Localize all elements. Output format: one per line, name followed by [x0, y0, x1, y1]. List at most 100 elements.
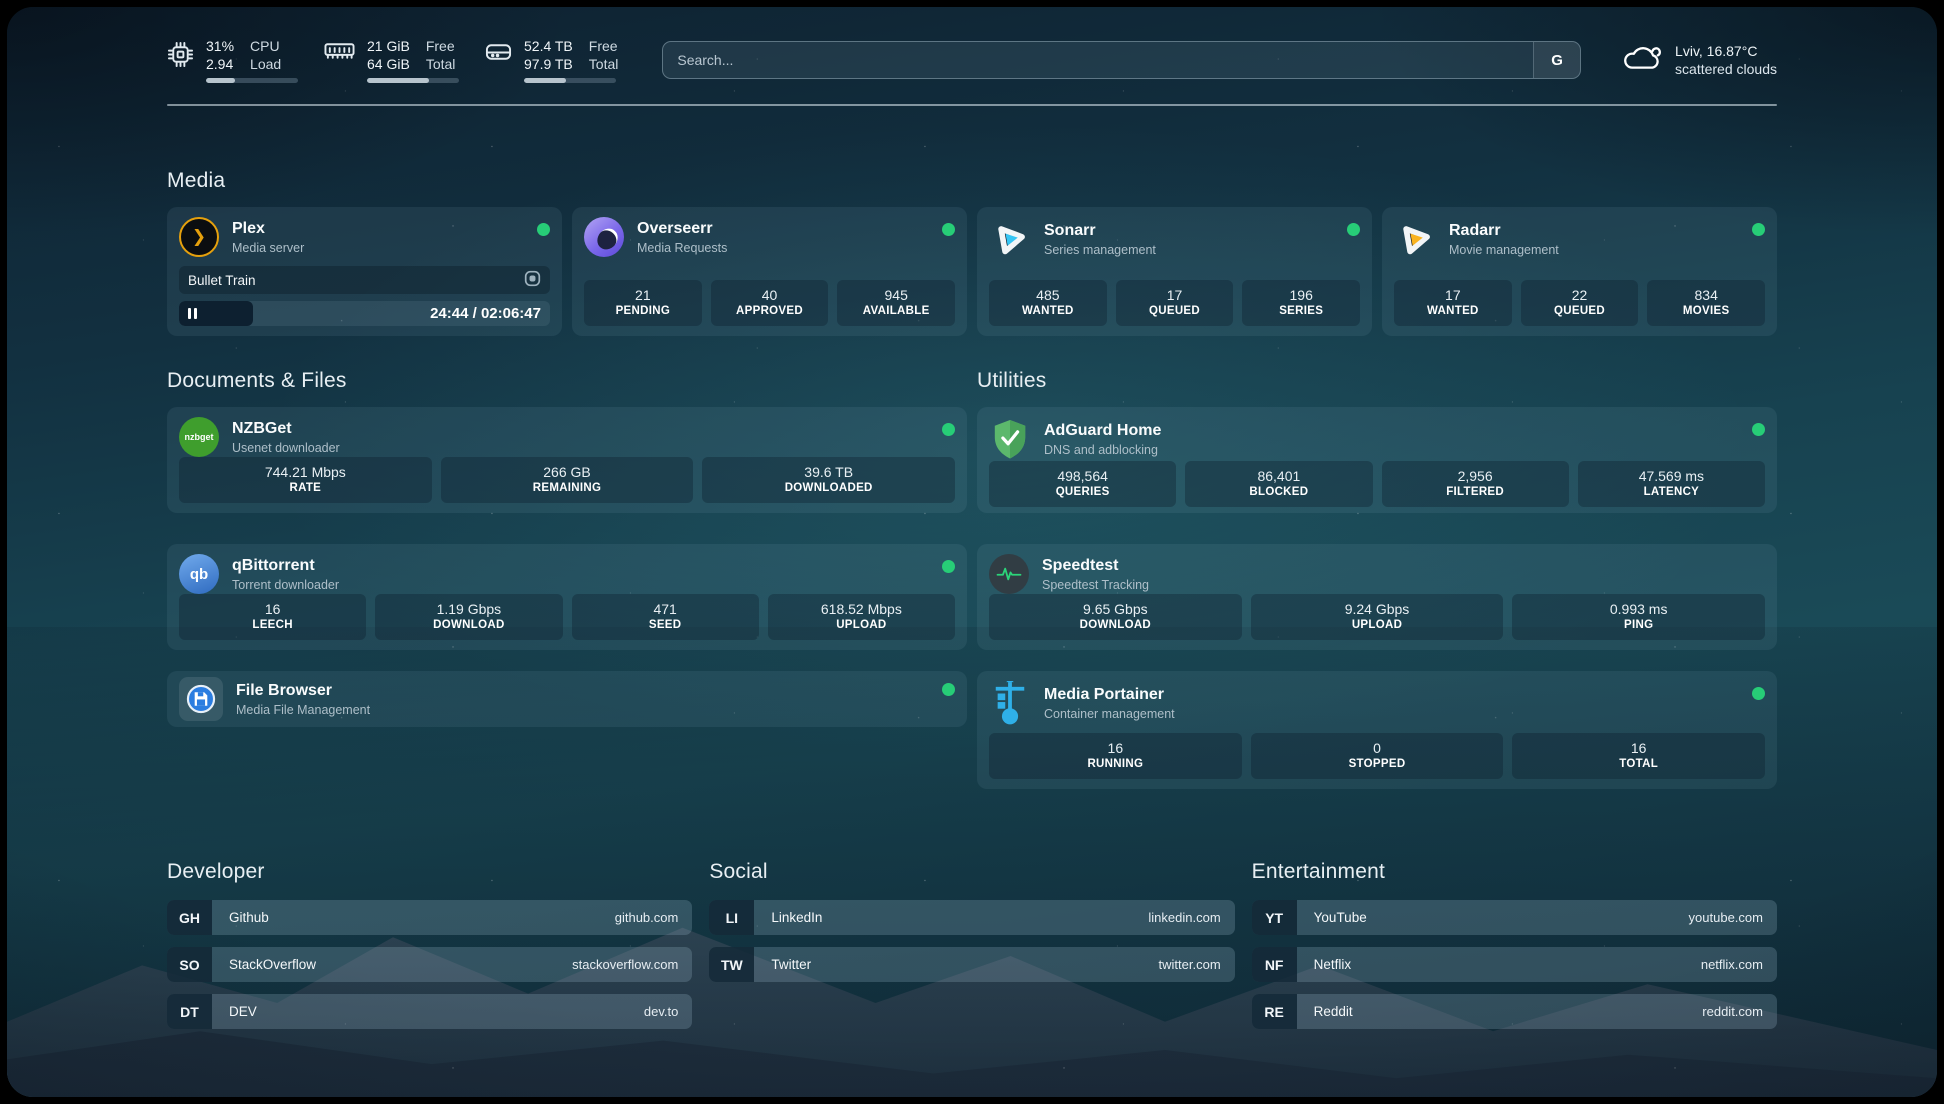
filebrowser-card[interactable]: File Browser Media File Management: [167, 671, 967, 727]
utilities-section: Utilities AdGuard Home DNS and: [977, 369, 1777, 789]
weather-summary: Lviv, 16.87°C: [1675, 42, 1777, 60]
weather-widget[interactable]: Lviv, 16.87°C scattered clouds: [1621, 42, 1777, 78]
now-playing-title: Bullet Train: [188, 273, 524, 288]
stat-download: 1.19 Gbps DOWNLOAD: [375, 594, 562, 640]
search-engine-button[interactable]: G: [1533, 42, 1580, 78]
adguard-card[interactable]: AdGuard Home DNS and adblocking 498,564 …: [977, 407, 1777, 513]
nzbget-card[interactable]: nzbget NZBGet Usenet downloader 744.21 M…: [167, 407, 967, 513]
plex-icon: ❯: [179, 217, 219, 257]
disk-label-2: Total: [589, 55, 619, 73]
app-subtitle: Series management: [1044, 242, 1334, 258]
dashboard-page: 31% 2.94 CPU Load: [0, 0, 1944, 1104]
link-name: Github: [229, 910, 615, 925]
search-input[interactable]: [663, 42, 1533, 78]
stat-running: 16 RUNNING: [989, 733, 1242, 779]
speedtest-card[interactable]: Speedtest Speedtest Tracking 9.65 Gbps D…: [977, 544, 1777, 650]
link-name: Netflix: [1314, 957, 1701, 972]
stat-queries: 498,564 QUERIES: [989, 461, 1176, 507]
pause-icon[interactable]: [188, 308, 197, 319]
stat-seed: 471 SEED: [572, 594, 759, 640]
link-twitter[interactable]: TW Twitter twitter.com: [709, 947, 1234, 982]
stat-queued: 22 QUEUED: [1521, 280, 1639, 326]
plex-now-playing: Bullet Train: [179, 266, 550, 294]
app-title: Media Portainer: [1044, 685, 1739, 705]
ram-label-1: Free: [426, 37, 456, 55]
status-dot: [942, 423, 955, 436]
link-name: Twitter: [771, 957, 1158, 972]
disk-total: 97.9 TB: [524, 55, 573, 73]
disk-progress: [524, 78, 616, 83]
nzbget-icon: nzbget: [179, 417, 219, 457]
portainer-card[interactable]: Media Portainer Container management 16 …: [977, 671, 1777, 789]
link-youtube[interactable]: YT YouTube youtube.com: [1252, 900, 1777, 935]
section-title-utilities: Utilities: [977, 369, 1777, 393]
link-abbr: NF: [1252, 947, 1297, 982]
adguard-icon: [989, 417, 1031, 461]
sonarr-card[interactable]: Sonarr Series management 485 WANTED 17 Q…: [977, 207, 1372, 336]
disk-icon: [485, 41, 512, 63]
link-abbr: GH: [167, 900, 212, 935]
overseerr-icon: [584, 217, 624, 257]
link-linkedin[interactable]: LI LinkedIn linkedin.com: [709, 900, 1234, 935]
link-github[interactable]: GH Github github.com: [167, 900, 692, 935]
link-name: Reddit: [1314, 1004, 1703, 1019]
cpu-label-1: CPU: [250, 37, 281, 55]
link-name: YouTube: [1314, 910, 1689, 925]
developer-section: Developer GH Github github.com SO StackO…: [167, 860, 692, 1041]
stat-remaining: 266 GB REMAINING: [441, 457, 694, 503]
link-stackoverflow[interactable]: SO StackOverflow stackoverflow.com: [167, 947, 692, 982]
status-dot: [1752, 423, 1765, 436]
status-dot: [1347, 223, 1360, 236]
stat-rate: 744.21 Mbps RATE: [179, 457, 432, 503]
stat-queued: 17 QUEUED: [1116, 280, 1234, 326]
media-section: Media ❯ Plex Media server Bullet Train: [167, 169, 1777, 336]
radarr-card[interactable]: Radarr Movie management 17 WANTED 22 QUE…: [1382, 207, 1777, 336]
stat-leech: 16 LEECH: [179, 594, 366, 640]
app-title: File Browser: [236, 681, 929, 701]
link-url: reddit.com: [1702, 1004, 1763, 1019]
status-dot: [1752, 687, 1765, 700]
status-dot: [942, 683, 955, 696]
link-name: LinkedIn: [771, 910, 1148, 925]
ram-total: 64 GiB: [367, 55, 410, 73]
link-abbr: TW: [709, 947, 754, 982]
link-abbr: RE: [1252, 994, 1297, 1029]
link-url: github.com: [615, 910, 679, 925]
status-dot: [1752, 223, 1765, 236]
disk-free: 52.4 TB: [524, 37, 573, 55]
playback-time: 24:44 / 02:06:47: [430, 305, 541, 322]
app-subtitle: Media Requests: [637, 240, 929, 256]
app-subtitle: Torrent downloader: [232, 577, 929, 593]
status-dot: [942, 560, 955, 573]
cpu-usage: 31%: [206, 37, 234, 55]
link-url: netflix.com: [1701, 957, 1763, 972]
plex-progress-bar[interactable]: 24:44 / 02:06:47: [179, 301, 550, 326]
stat-filtered: 2,956 FILTERED: [1382, 461, 1569, 507]
overseerr-card[interactable]: Overseerr Media Requests 21 PENDING 40 A…: [572, 207, 967, 336]
app-title: AdGuard Home: [1044, 421, 1739, 441]
social-section: Social LI LinkedIn linkedin.com TW Twitt…: [709, 860, 1234, 1041]
cloud-icon: [1621, 43, 1663, 78]
section-title-social: Social: [709, 860, 1234, 884]
documents-section: Documents & Files nzbget NZBGet Usenet d…: [167, 369, 967, 789]
weather-condition: scattered clouds: [1675, 60, 1777, 78]
link-dev[interactable]: DT DEV dev.to: [167, 994, 692, 1029]
app-subtitle: Movie management: [1449, 242, 1739, 258]
qbittorrent-icon: qb: [179, 554, 219, 594]
section-title-entertainment: Entertainment: [1252, 860, 1777, 884]
app-title: Radarr: [1449, 221, 1739, 241]
cpu-icon: [167, 41, 194, 68]
section-title-media: Media: [167, 169, 1777, 193]
stat-wanted: 17 WANTED: [1394, 280, 1512, 326]
qbittorrent-card[interactable]: qb qBittorrent Torrent downloader 16 LEE…: [167, 544, 967, 650]
plex-card[interactable]: ❯ Plex Media server Bullet Train: [167, 207, 562, 336]
link-reddit[interactable]: RE Reddit reddit.com: [1252, 994, 1777, 1029]
cpu-progress: [206, 78, 298, 83]
radarr-icon: [1394, 217, 1436, 261]
link-url: linkedin.com: [1148, 910, 1220, 925]
link-netflix[interactable]: NF Netflix netflix.com: [1252, 947, 1777, 982]
link-url: youtube.com: [1689, 910, 1763, 925]
cast-icon[interactable]: [524, 270, 541, 290]
ram-free: 21 GiB: [367, 37, 410, 55]
disk-stat: 52.4 TB 97.9 TB Free Total: [485, 37, 618, 83]
